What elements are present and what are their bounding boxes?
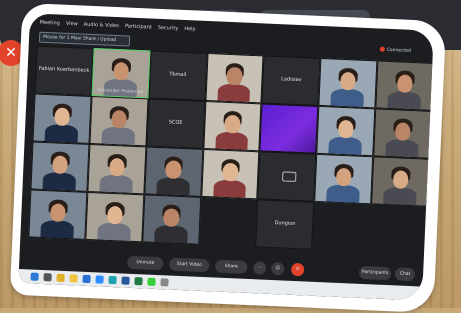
participant-body (153, 224, 188, 245)
participant-head (110, 109, 127, 129)
participant-body (330, 87, 365, 108)
participant-body (385, 138, 419, 159)
participant-video-tile[interactable] (85, 191, 145, 243)
smile-icon: ☺ (275, 266, 281, 272)
participant-body (97, 221, 131, 242)
participant-video-tile[interactable] (144, 146, 203, 197)
participant-name-tile[interactable]: Tbmail (148, 50, 208, 101)
end-call-button[interactable]: ✆ (290, 262, 305, 277)
participant-video-tile[interactable] (316, 105, 376, 157)
word-icon[interactable] (121, 276, 130, 285)
video-off-tile[interactable] (257, 151, 317, 202)
edge-icon[interactable] (108, 275, 117, 285)
participant-video-tile[interactable] (89, 95, 149, 147)
participant-head (108, 157, 125, 177)
participant-body (214, 130, 249, 151)
participant-head (392, 169, 409, 189)
video-grid: Fabian Koerbenbeck Alexander Pinkernell Tb… (28, 45, 434, 255)
participant-name: Tbmail (169, 71, 187, 79)
participant-video-tile[interactable] (30, 141, 90, 192)
participant-head (396, 73, 414, 93)
chat-button[interactable]: Chat (394, 267, 416, 282)
participant-video-tile[interactable]: Alexander Pinkernell (91, 48, 151, 99)
participant-head (163, 207, 180, 227)
mail-icon[interactable] (82, 274, 91, 284)
participant-head (49, 202, 66, 222)
participant-body (216, 82, 251, 103)
more-button[interactable]: ⋯ (252, 261, 267, 275)
participant-head (106, 205, 123, 225)
participant-video-tile[interactable] (373, 108, 433, 159)
participant-body (212, 178, 247, 199)
participant-video-tile[interactable] (314, 153, 374, 205)
participant-head (51, 154, 69, 174)
participant-video-tile[interactable] (202, 100, 262, 152)
participant-body (42, 171, 77, 192)
participant-body (155, 176, 190, 197)
participant-name-tile[interactable]: Ladisiav (261, 55, 321, 106)
menu-item-security[interactable]: Security (158, 25, 179, 32)
chrome-icon[interactable] (56, 273, 65, 282)
unmute-button[interactable]: Unmute (127, 255, 164, 271)
participant-video-tile[interactable] (32, 93, 92, 144)
share-button[interactable]: Share (214, 259, 248, 274)
share-field[interactable]: Mouse for 1 Maxi Share / Upload (38, 31, 131, 47)
participant-head (222, 162, 239, 182)
zoom-icon[interactable] (95, 275, 104, 284)
meeting-window: Meeting View Audio & Video Participant S… (18, 13, 434, 301)
menu-item-help[interactable]: Help (184, 26, 196, 32)
participant-video-tile[interactable] (375, 60, 434, 111)
participant-body (383, 186, 417, 207)
participant-body (326, 183, 361, 204)
participant-video-tile[interactable] (28, 189, 88, 240)
app-icon[interactable] (160, 278, 169, 287)
folder-icon[interactable] (69, 274, 78, 283)
windows-start-icon[interactable] (30, 272, 39, 281)
participant-name: SCOE (168, 119, 183, 127)
participants-button[interactable]: Participants (358, 265, 392, 281)
participant-head (226, 66, 243, 86)
participant-head (165, 159, 182, 179)
menu-item-view[interactable]: View (66, 21, 78, 28)
participant-video-tile[interactable] (318, 57, 378, 109)
participant-body (387, 90, 422, 111)
line-icon[interactable] (147, 277, 156, 286)
photo-card: Meeting View Audio & Video Participant S… (9, 2, 447, 313)
search-icon[interactable] (43, 273, 52, 282)
participant-head (224, 114, 241, 134)
participant-name: Ladisiav (280, 76, 302, 84)
participant-name-tile[interactable]: Fabian Koerbenbeck (34, 45, 94, 96)
participant-name: Fabian Koerbenbeck (38, 65, 90, 75)
participant-body (101, 125, 135, 146)
participant-video-tile[interactable] (205, 52, 264, 104)
connection-status-text: Connected (386, 47, 411, 54)
participant-head (53, 106, 71, 126)
participant-head (112, 61, 130, 81)
menu-item-participant[interactable]: Participant (125, 23, 152, 30)
participant-name-tile[interactable]: SCOE (146, 98, 206, 149)
shared-screen-tile[interactable] (259, 103, 319, 154)
reactions-button[interactable]: ☺ (270, 261, 285, 276)
participant-name: Dungion (274, 220, 296, 228)
participant-video-tile[interactable] (371, 156, 431, 207)
menu-item-audio-video[interactable]: Audio & Video (84, 22, 120, 30)
excel-icon[interactable] (134, 277, 143, 286)
camera-off-icon (282, 171, 297, 183)
participant-video-tile[interactable] (87, 143, 147, 195)
participant-body (44, 123, 79, 144)
connection-status: Connected (379, 46, 411, 54)
participant-body (328, 135, 363, 156)
participant-head (394, 121, 411, 141)
start-video-button[interactable]: Start Video (169, 257, 210, 273)
participant-body (99, 173, 133, 194)
participant-body (40, 219, 74, 240)
phone-icon: ✆ (295, 267, 300, 273)
participant-video-tile[interactable] (141, 194, 201, 245)
participant-name-tile[interactable]: Dungion (255, 199, 315, 250)
status-dot-icon (379, 46, 385, 52)
more-icon: ⋯ (257, 265, 263, 271)
participant-video-tile[interactable] (200, 148, 260, 200)
menu-item-meeting[interactable]: Meeting (40, 20, 60, 27)
